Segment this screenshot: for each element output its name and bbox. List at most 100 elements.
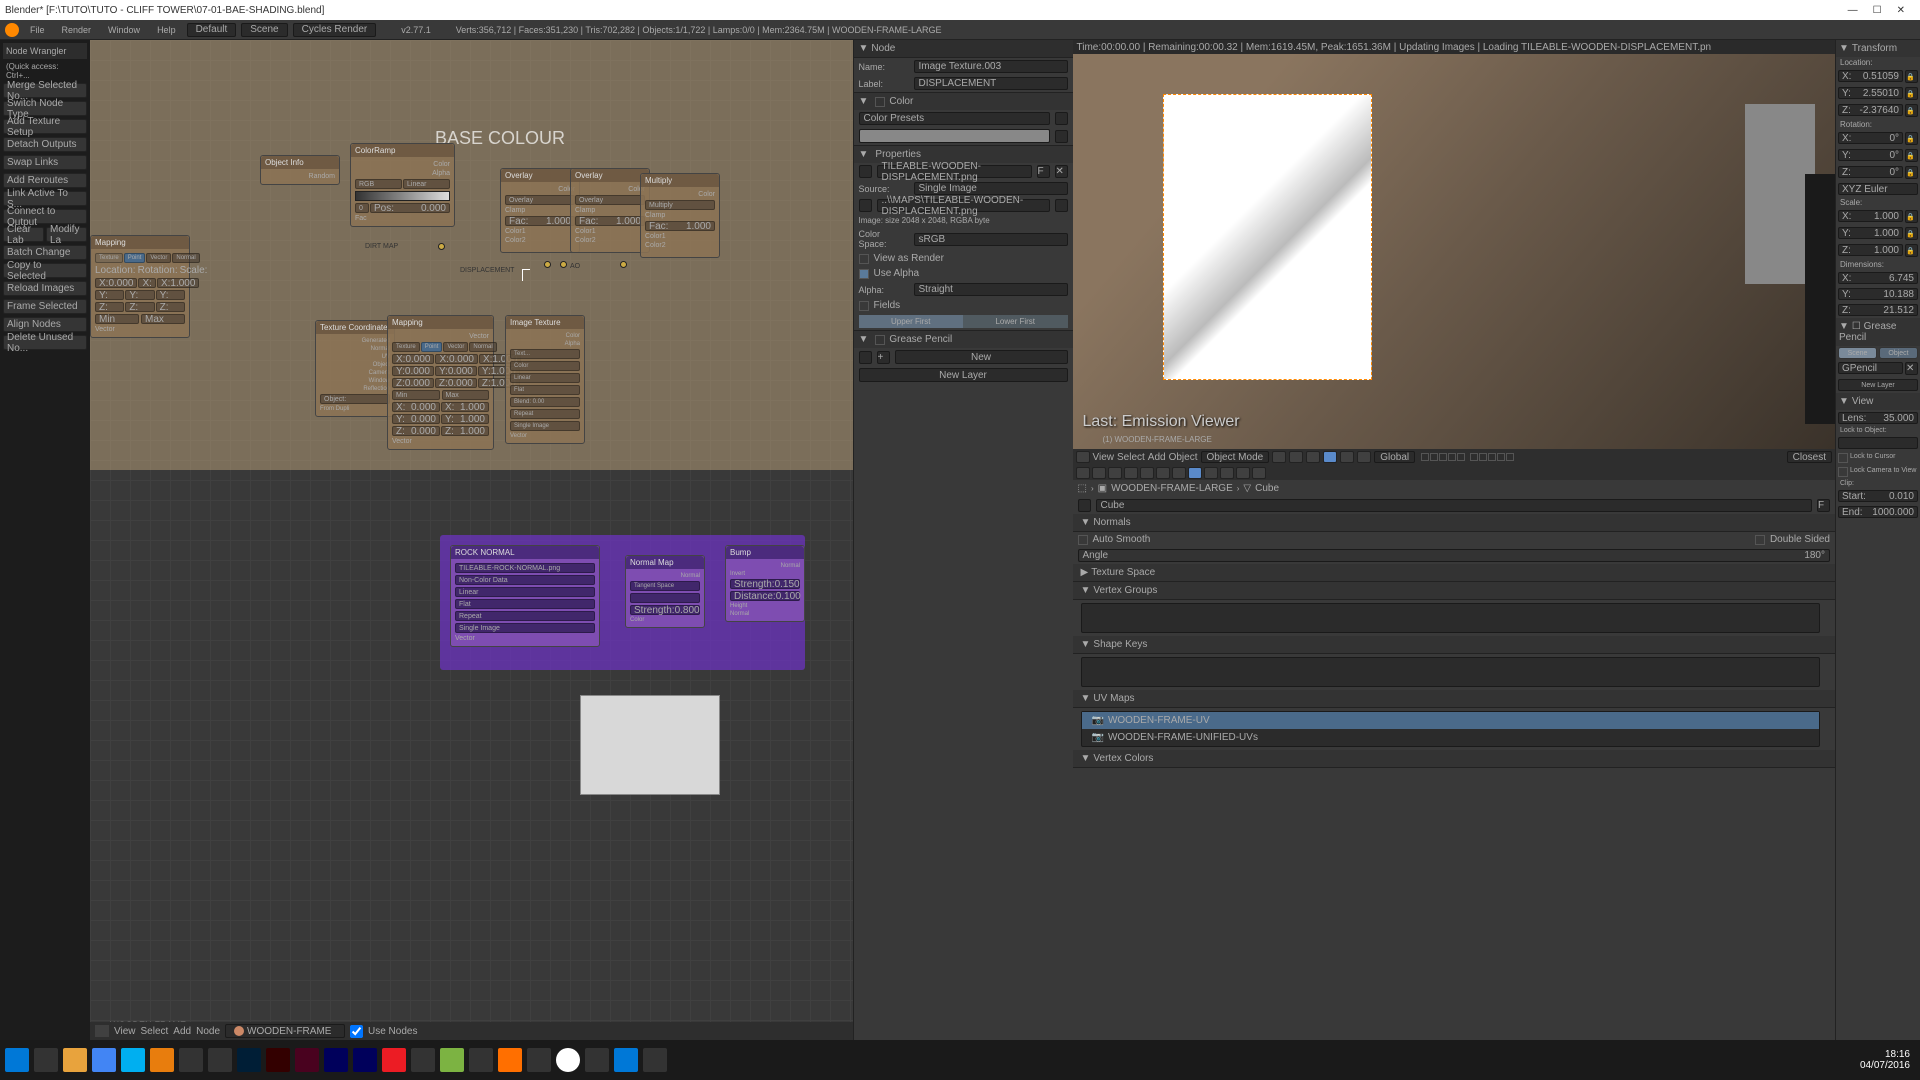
bump-node[interactable]: Bump Normal Invert Strength:0.150 Distan… bbox=[725, 545, 805, 622]
vh-select-menu[interactable]: Select bbox=[1117, 452, 1145, 463]
overlay-node-2[interactable]: Overlay Color Overlay Clamp Fac:1.000 Co… bbox=[570, 168, 650, 253]
camera-icon[interactable]: 📷 bbox=[1092, 732, 1104, 743]
dim-z-input[interactable]: Z:21.512 bbox=[1838, 304, 1918, 316]
app-icon[interactable] bbox=[208, 1048, 232, 1072]
lock-y[interactable] bbox=[1905, 87, 1918, 100]
fields-checkbox[interactable] bbox=[859, 301, 869, 311]
nw-delete-button[interactable]: Delete Unused No... bbox=[3, 335, 87, 350]
start-button[interactable] bbox=[5, 1048, 29, 1072]
gp-add-button[interactable]: + bbox=[877, 351, 890, 364]
blender-icon[interactable] bbox=[5, 23, 19, 37]
nw-reload-button[interactable]: Reload Images bbox=[3, 281, 87, 296]
doublesided-checkbox[interactable] bbox=[1755, 535, 1765, 545]
lock-object-select[interactable] bbox=[1838, 437, 1918, 449]
scene-tab-icon[interactable] bbox=[1108, 467, 1122, 479]
physics-tab-icon[interactable] bbox=[1252, 467, 1266, 479]
lock-sy[interactable] bbox=[1905, 227, 1918, 240]
normal-map-node[interactable]: Normal Map Normal Tangent Space Strength… bbox=[625, 555, 705, 628]
3d-viewport[interactable]: Last: Emission Viewer (1) WOODEN-FRAME-L… bbox=[1073, 54, 1836, 449]
normals-section[interactable]: ▼Normals bbox=[1073, 514, 1836, 532]
file-menu[interactable]: File bbox=[24, 25, 51, 35]
manipulator-translate[interactable] bbox=[1323, 451, 1337, 463]
rotation-mode-select[interactable]: XYZ Euler bbox=[1838, 183, 1918, 195]
manipulator-scale[interactable] bbox=[1357, 451, 1371, 463]
ne-select-menu[interactable]: Select bbox=[141, 1026, 169, 1037]
vgroups-section[interactable]: ▼Vertex Groups bbox=[1073, 582, 1836, 600]
windows-taskbar[interactable]: 18:16 04/07/2016 bbox=[0, 1040, 1920, 1080]
colorramp-node[interactable]: ColorRamp Color Alpha RGBLinear 0Pos:0.0… bbox=[350, 143, 455, 227]
editor-type-icon[interactable] bbox=[95, 1025, 109, 1037]
lock-rz[interactable] bbox=[1905, 166, 1918, 179]
tab-vector[interactable]: Vector bbox=[146, 253, 171, 263]
app-icon[interactable] bbox=[527, 1048, 551, 1072]
layers-widget[interactable] bbox=[1421, 453, 1514, 461]
nw-copy-button[interactable]: Copy to Selected bbox=[3, 263, 87, 278]
node-label-input[interactable]: DISPLACEMENT bbox=[914, 77, 1068, 90]
lock-z[interactable] bbox=[1905, 104, 1918, 117]
window-menu[interactable]: Window bbox=[102, 25, 146, 35]
scale-z-input[interactable]: Z:1.000 bbox=[1838, 244, 1903, 256]
shapekeys-section[interactable]: ▼Shape Keys bbox=[1073, 636, 1836, 654]
breadcrumb-mesh[interactable]: Cube bbox=[1255, 483, 1279, 494]
preset-add-button[interactable] bbox=[1055, 112, 1068, 125]
ne-node-menu[interactable]: Node bbox=[196, 1026, 220, 1037]
gp-new-button[interactable]: New bbox=[895, 350, 1068, 364]
snap-element[interactable]: Closest bbox=[1787, 451, 1832, 463]
layout-selector[interactable]: Default bbox=[187, 23, 237, 37]
nw-linkactive-button[interactable]: Link Active To S... bbox=[3, 191, 87, 206]
orientation-selector[interactable]: Global bbox=[1374, 451, 1415, 463]
use-alpha-checkbox[interactable] bbox=[859, 269, 869, 279]
app-icon[interactable] bbox=[440, 1048, 464, 1072]
pivot-button[interactable] bbox=[1289, 451, 1303, 463]
render-tab-icon[interactable] bbox=[1076, 467, 1090, 479]
object-info-node[interactable]: Object Info Random bbox=[260, 155, 340, 185]
reroute-ao[interactable] bbox=[620, 261, 627, 268]
renderlayers-tab-icon[interactable] bbox=[1092, 467, 1106, 479]
alpha-select[interactable]: Straight bbox=[914, 283, 1068, 296]
nw-swap-button[interactable]: Swap Links bbox=[3, 155, 87, 170]
explorer-icon[interactable] bbox=[63, 1048, 87, 1072]
editor-type-icon[interactable] bbox=[1076, 451, 1090, 463]
multiply-node[interactable]: Multiply Color Multiply Clamp Fac:1.000 … bbox=[640, 173, 720, 258]
mesh-name-input[interactable]: Cube bbox=[1096, 499, 1813, 512]
colorspace-select[interactable]: sRGB bbox=[914, 233, 1068, 246]
engine-selector[interactable]: Cycles Render bbox=[293, 23, 377, 37]
node-editor[interactable]: BASE COLOUR Mapping Texture Point Vector… bbox=[90, 40, 853, 1040]
gp-new-layer-button[interactable]: New Layer bbox=[859, 368, 1068, 382]
color-copy-button[interactable] bbox=[1055, 130, 1068, 143]
illustrator-icon[interactable] bbox=[266, 1048, 290, 1072]
nw-merge-button[interactable]: Merge Selected No... bbox=[3, 83, 87, 98]
lock-ry[interactable] bbox=[1905, 149, 1918, 162]
modifiers-tab-icon[interactable] bbox=[1172, 467, 1186, 479]
app-icon[interactable] bbox=[614, 1048, 638, 1072]
texspace-section[interactable]: ▶Texture Space bbox=[1073, 564, 1836, 582]
loc-y-input[interactable]: Y:2.55010 bbox=[1838, 87, 1903, 99]
clip-start-input[interactable]: Start:0.010 bbox=[1838, 490, 1918, 502]
uvmaps-section[interactable]: ▼UV Maps bbox=[1073, 690, 1836, 708]
lock-sx[interactable] bbox=[1905, 210, 1918, 223]
search-icon[interactable] bbox=[34, 1048, 58, 1072]
lower-first-button[interactable]: Lower First bbox=[963, 315, 1068, 328]
manipulator-button[interactable] bbox=[1306, 451, 1320, 463]
gp-browse-button[interactable] bbox=[859, 351, 872, 364]
aftereffects-icon[interactable] bbox=[324, 1048, 348, 1072]
frame-normal[interactable]: ROCK NORMAL TILEABLE-ROCK-NORMAL.png Non… bbox=[440, 535, 805, 670]
world-tab-icon[interactable] bbox=[1124, 467, 1138, 479]
mode-selector[interactable]: Object Mode bbox=[1201, 451, 1270, 463]
tab-point[interactable]: Point bbox=[124, 253, 146, 263]
vh-object-menu[interactable]: Object bbox=[1169, 452, 1198, 463]
nw-reroutes-button[interactable]: Add Reroutes bbox=[3, 173, 87, 188]
dim-x-input[interactable]: X:6.745 bbox=[1838, 272, 1918, 284]
shading-button[interactable] bbox=[1272, 451, 1286, 463]
app-icon[interactable] bbox=[585, 1048, 609, 1072]
angle-slider[interactable]: Angle180° bbox=[1078, 549, 1831, 562]
image-browse-button[interactable] bbox=[859, 165, 872, 178]
maximize-button[interactable]: ☐ bbox=[1873, 5, 1882, 16]
material-selector[interactable]: WOODEN-FRAME bbox=[225, 1024, 345, 1038]
vcolors-section[interactable]: ▼Vertex Colors bbox=[1073, 750, 1836, 768]
autosmooth-checkbox[interactable] bbox=[1078, 535, 1088, 545]
nw-addtex-button[interactable]: Add Texture Setup bbox=[3, 119, 87, 134]
ne-add-menu[interactable]: Add bbox=[173, 1026, 191, 1037]
nw-switch-button[interactable]: Switch Node Type bbox=[3, 101, 87, 116]
app-icon[interactable] bbox=[469, 1048, 493, 1072]
